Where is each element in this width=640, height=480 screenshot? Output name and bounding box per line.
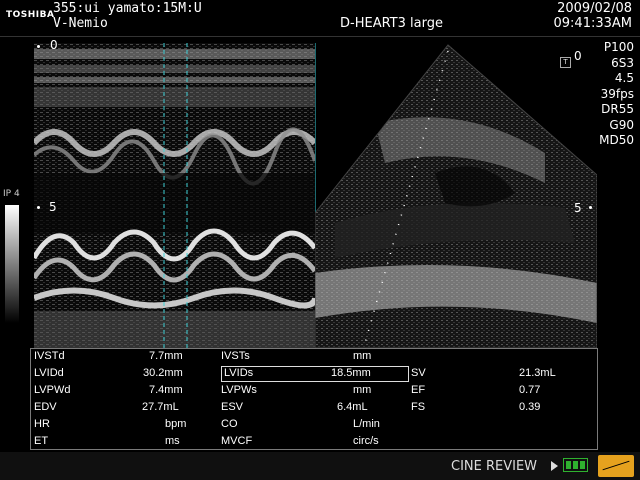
date-time: 2009/02/08 09:41:33AM — [554, 1, 633, 31]
dynamic-range-param: DR55 — [601, 102, 634, 116]
footer-bar: CINE REVIEW — [0, 452, 640, 480]
exam-time: 09:41:33AM — [553, 16, 633, 31]
sector-depth-mark-0: 0 — [574, 49, 582, 63]
table-row: EDV 27.7mL ESV 6.4mL FS 0.39 — [31, 400, 597, 417]
patient-id-line: 355:ui yamato:15M:U — [53, 1, 202, 16]
probe-label: D-HEART3 large — [340, 16, 443, 31]
caliper-icon[interactable] — [598, 455, 634, 477]
m-mode-image[interactable] — [34, 43, 316, 348]
measure-label: ET — [34, 435, 49, 447]
depth-dot — [37, 206, 40, 209]
table-row: HR bpm CO L/min — [31, 417, 597, 434]
measure-label: CO — [221, 418, 238, 430]
power-param: P100 — [603, 40, 634, 54]
measure-value: 30.2mm — [143, 367, 183, 379]
table-row: IVSTd 7.7mm IVSTs mm — [31, 349, 597, 366]
m-mode-trace — [34, 43, 315, 348]
exam-date: 2009/02/08 — [557, 1, 632, 16]
measure-label: LVPWd — [34, 384, 71, 396]
sector-scan — [315, 44, 597, 348]
header-divider — [0, 36, 640, 37]
frequency-param: 4.5 — [614, 71, 634, 85]
table-row: ET ms MVCF circ/s — [31, 434, 597, 451]
measure-label: IVSTd — [34, 350, 65, 362]
sector-depth-mark-5: 5 — [574, 201, 582, 215]
measure-label: SV — [411, 367, 426, 379]
measure-value: mm — [353, 384, 372, 396]
measure-value: 21.3mL — [519, 367, 556, 379]
table-row: LVIDd 30.2mm LVIDs 18.5mm SV 21.3mL — [31, 366, 597, 383]
measure-value: 7.4mm — [149, 384, 183, 396]
measure-value: 0.77 — [519, 384, 541, 396]
measure-value: 0.39 — [519, 401, 541, 413]
measure-value: circ/s — [353, 435, 379, 447]
depth-dot — [37, 45, 40, 48]
measure-label: ESV — [221, 401, 244, 413]
measure-label: EF — [411, 384, 426, 396]
measure-label[interactable]: LVIDs — [224, 367, 253, 379]
measure-value: L/min — [353, 418, 380, 430]
patient-info: 355:ui yamato:15M:U V-Nemio — [53, 1, 202, 31]
measure-value: bpm — [165, 418, 187, 430]
depth-mark-5: 5 — [49, 200, 57, 214]
measure-label: MVCF — [221, 435, 253, 447]
depth-mark-0: 0 — [50, 38, 58, 52]
table-row: LVPWd 7.4mm LVPWs mm EF 0.77 — [31, 383, 597, 400]
institution-line: V-Nemio — [53, 16, 108, 31]
b-mode-sector-image[interactable] — [315, 43, 597, 348]
measure-label: EDV — [34, 401, 57, 413]
measure-label: IVSTs — [221, 350, 250, 362]
m-depth-param: MD50 — [599, 133, 634, 147]
frame-rate-param: 39fps — [600, 86, 634, 101]
cine-review-label[interactable]: CINE REVIEW — [451, 459, 537, 474]
measure-value: 18.5mm — [331, 367, 371, 379]
measure-value: 27.7mL — [142, 401, 179, 413]
play-icon[interactable] — [551, 461, 558, 471]
header-bar: TOSHIBA 355:ui yamato:15M:U V-Nemio D-HE… — [0, 0, 640, 34]
probe-freq-param: 6S3 — [611, 55, 634, 70]
measure-value: ms — [165, 435, 180, 447]
gray-scale-bar — [5, 205, 19, 323]
transducer-orientation-icon: T — [560, 57, 571, 68]
measure-value: mm — [353, 350, 372, 362]
gray-scale-label: IP 4 — [3, 189, 20, 199]
measure-label: LVIDd — [34, 367, 64, 379]
measure-label: HR — [34, 418, 50, 430]
scan-parameters: P100 6S3 4.5 39fps DR55 G90 MD50 — [599, 40, 634, 149]
depth-dot — [589, 206, 592, 209]
measure-value: 7.7mm — [149, 350, 183, 362]
measurement-table: IVSTd 7.7mm IVSTs mm LVIDd 30.2mm LVIDs … — [30, 348, 598, 450]
gain-param: G90 — [609, 117, 634, 132]
measure-label: LVPWs — [221, 384, 257, 396]
measure-value: 6.4mL — [337, 401, 368, 413]
manufacturer-logo: TOSHIBA — [6, 10, 55, 20]
measure-label: FS — [411, 401, 426, 413]
cine-frames-icon[interactable] — [563, 458, 588, 472]
